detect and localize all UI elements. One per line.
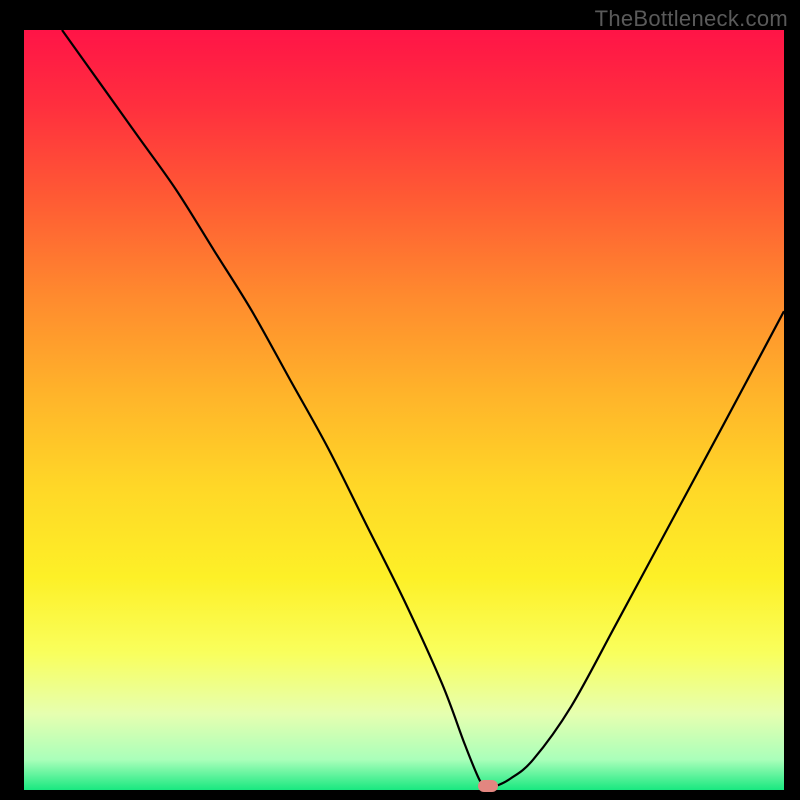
optimum-marker (478, 780, 498, 792)
bottleneck-plot (24, 30, 784, 790)
watermark-text: TheBottleneck.com (595, 6, 788, 32)
chart-frame: TheBottleneck.com (0, 0, 800, 800)
gradient-background (24, 30, 784, 790)
